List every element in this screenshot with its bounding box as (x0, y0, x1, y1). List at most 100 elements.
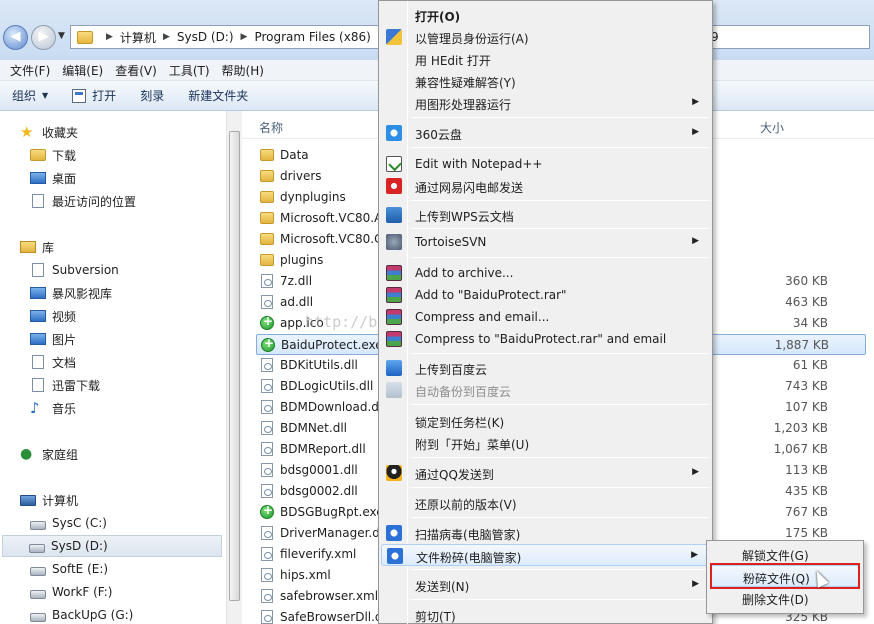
chevron-right-icon[interactable]: ▶ (241, 32, 248, 42)
nav-homegroup[interactable]: ● 家庭组 (20, 443, 78, 465)
menu-item-restore-versions[interactable]: 还原以前的版本(V) (381, 492, 711, 514)
forward-button[interactable]: ▶ (31, 25, 56, 50)
menu-help[interactable]: 帮助(H) (216, 62, 270, 79)
menu-item-run-as-admin[interactable]: 以管理员身份运行(A) (381, 26, 711, 48)
menu-item-pin-taskbar[interactable]: 锁定到任务栏(K) (381, 410, 711, 432)
recent-places-icon (32, 194, 44, 208)
recent-pages-dropdown[interactable]: ▼ (58, 31, 65, 41)
menu-separator (411, 517, 709, 518)
file-size: 113 KB (785, 463, 828, 477)
menu-item-compress-rar-email[interactable]: Compress to "BaiduProtect.rar" and email (381, 328, 711, 350)
submenu-arrow-icon: ▶ (692, 579, 699, 589)
folder-icon (260, 170, 274, 182)
nav-drive-d[interactable]: SysD (D:) (2, 535, 222, 557)
menu-item-upload-baidu[interactable]: 上传到百度云 (381, 357, 711, 379)
nav-drive-f[interactable]: WorkF (F:) (30, 581, 112, 603)
nav-xunlei[interactable]: 迅雷下载 (30, 374, 100, 396)
nav-subversion[interactable]: Subversion (30, 259, 119, 281)
menu-item-360-yunpan[interactable]: 360云盘 ▶ (381, 122, 711, 144)
nav-libraries[interactable]: 库 (20, 236, 54, 258)
nav-drive-c[interactable]: SysC (C:) (30, 512, 107, 534)
menu-item-label: 还原以前的版本(V) (415, 498, 517, 512)
menu-item-gpu[interactable]: 用图形处理器运行 ▶ (381, 92, 711, 114)
file-name: SafeBrowserDll.d (280, 610, 383, 624)
menu-item-send-to[interactable]: 发送到(N) ▶ (381, 574, 711, 596)
file-size: 767 KB (785, 505, 828, 519)
menu-separator (411, 257, 709, 258)
menu-item-add-archive[interactable]: Add to archive... (381, 262, 711, 284)
menu-separator (411, 404, 709, 405)
nav-drive-g[interactable]: BackUpG (G:) (30, 604, 133, 624)
file-icon (261, 358, 273, 372)
nav-drive-e[interactable]: SoftE (E:) (30, 558, 108, 580)
nav-videos[interactable]: 视频 (30, 305, 76, 327)
nav-pictures[interactable]: 图片 (30, 328, 76, 350)
file-name: fileverify.xml (280, 547, 357, 561)
wps-cloud-icon (386, 207, 402, 223)
menu-item-label: 锁定到任务栏(K) (415, 416, 505, 430)
nav-music[interactable]: ♪ 音乐 (30, 397, 76, 419)
menu-item-compat[interactable]: 兼容性疑难解答(Y) (381, 70, 711, 92)
nav-desktop[interactable]: 桌面 (30, 167, 76, 189)
organize-button[interactable]: 组织 ▼ (12, 87, 48, 104)
qq-penguin-icon (386, 465, 402, 481)
menu-item-add-rar[interactable]: Add to "BaiduProtect.rar" (381, 284, 711, 306)
breadcrumb-computer[interactable]: 计算机 (120, 29, 156, 46)
menu-item-label: 通过网易闪电邮发送 (415, 181, 524, 195)
file-icon (261, 463, 273, 477)
submenu-arrow-icon: ▶ (691, 550, 698, 560)
nav-computer[interactable]: 计算机 (20, 489, 78, 511)
file-name: Microsoft.VC80.A (280, 211, 383, 225)
file-name: BDSGBugRpt.exe (280, 505, 384, 519)
submenu-item-unlock[interactable]: 解锁文件(G) (710, 543, 860, 565)
nav-favorites[interactable]: ★ 收藏夹 (20, 121, 78, 143)
menu-edit[interactable]: 编辑(E) (56, 62, 109, 79)
back-button[interactable]: ◀ (3, 25, 28, 50)
nav-label: SysC (C:) (52, 516, 107, 530)
new-folder-button[interactable]: 新建文件夹 (188, 87, 248, 104)
menu-item-open[interactable]: 打开(O) (381, 4, 711, 26)
nav-downloads[interactable]: 下载 (30, 144, 76, 166)
menu-item-compress-email[interactable]: Compress and email... (381, 306, 711, 328)
menu-item-scan-virus[interactable]: 扫描病毒(电脑管家) (381, 522, 711, 544)
menu-item-notepadpp[interactable]: Edit with Notepad++ (381, 153, 711, 175)
scrollbar-thumb[interactable] (229, 131, 240, 601)
window-icon (72, 88, 87, 103)
menu-separator (411, 457, 709, 458)
menu-item-hedit[interactable]: 用 HEdit 打开 (381, 48, 711, 70)
menu-tools[interactable]: 工具(T) (163, 62, 216, 79)
burn-button[interactable]: 刻录 (140, 87, 164, 104)
winrar-icon (386, 331, 402, 347)
open-button[interactable]: 打开 (72, 87, 116, 104)
file-size: 360 KB (785, 274, 828, 288)
navigation-scrollbar[interactable] (226, 111, 242, 624)
menu-item-label: 上传到WPS云文档 (415, 210, 514, 224)
nav-recent-places[interactable]: 最近访问的位置 (30, 190, 136, 212)
submenu-item-delete-file[interactable]: 删除文件(D) (710, 587, 860, 609)
nav-documents[interactable]: 文档 (30, 351, 76, 373)
file-icon (261, 526, 273, 540)
menu-item-pin-start[interactable]: 附到「开始」菜单(U) (381, 432, 711, 454)
menu-item-cut[interactable]: 剪切(T) (381, 604, 711, 624)
menu-item-label: 360云盘 (415, 128, 462, 142)
menu-view[interactable]: 查看(V) (109, 62, 163, 79)
menu-item-shred[interactable]: 文件粉碎(电脑管家) ▶ (381, 544, 711, 566)
breadcrumb-program-files[interactable]: Program Files (x86) (254, 30, 370, 44)
folder-icon (260, 212, 274, 224)
chevron-right-icon[interactable]: ▶ (163, 32, 170, 42)
column-size[interactable]: 大小 (760, 119, 784, 136)
chevron-right-icon[interactable]: ▶ (106, 32, 113, 42)
baidu-cloud-icon (386, 360, 402, 376)
file-icon (261, 547, 273, 561)
menu-item-qq-send[interactable]: 通过QQ发送到 ▶ (381, 462, 711, 484)
column-name[interactable]: 名称 (259, 119, 283, 136)
nav-baofeng[interactable]: 暴风影视库 (30, 282, 112, 304)
menu-item-wps-cloud[interactable]: 上传到WPS云文档 (381, 204, 711, 226)
menu-file[interactable]: 文件(F) (4, 62, 56, 79)
menu-item-netease-mail[interactable]: 通过网易闪电邮发送 (381, 175, 711, 197)
menu-item-tortoisesvn[interactable]: TortoiseSVN ▶ (381, 231, 711, 253)
menu-separator (411, 353, 709, 354)
breadcrumb-sysd[interactable]: SysD (D:) (177, 30, 234, 44)
video-library-icon (30, 287, 46, 299)
nav-label: 库 (42, 240, 55, 255)
